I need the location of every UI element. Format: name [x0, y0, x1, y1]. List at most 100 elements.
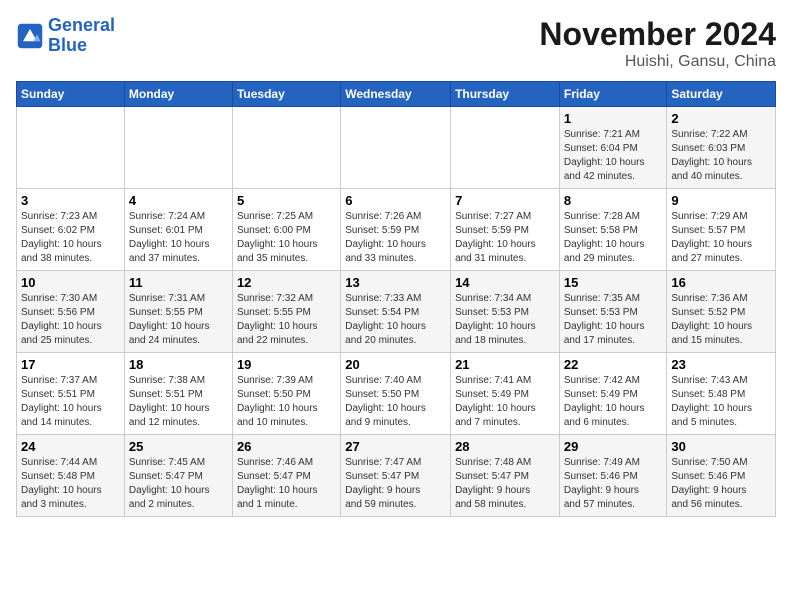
logo-icon: [16, 22, 44, 50]
day-info: Sunrise: 7:23 AM Sunset: 6:02 PM Dayligh…: [21, 210, 120, 266]
calendar-cell: 20Sunrise: 7:40 AM Sunset: 5:50 PM Dayli…: [341, 353, 451, 435]
week-row-2: 3 Sunrise: 7:23 AM Sunset: 6:02 PM Daylig…: [17, 189, 776, 271]
calendar-cell: 21 Sunrise: 7:41 AM Sunset: 5:49 PM Dayli…: [451, 353, 560, 435]
day-info: Sunrise: 7:28 AM Sunset: 5:58 PM Dayligh…: [564, 210, 663, 266]
day-number: 17: [21, 357, 120, 372]
day-info: Sunrise: 7:47 AM Sunset: 5:47 PM Dayligh…: [345, 456, 446, 512]
day-number: 30: [671, 439, 771, 454]
day-info: Sunrise: 7:31 AM Sunset: 5:55 PM Dayligh…: [129, 292, 228, 348]
day-info: Sunrise: 7:29 AM Sunset: 5:57 PM Dayligh…: [671, 210, 771, 266]
header-day-sunday: Sunday: [17, 82, 125, 107]
day-info: Sunrise: 7:40 AM Sunset: 5:50 PM Dayligh…: [345, 374, 446, 430]
logo-line2: Blue: [48, 35, 87, 55]
header-day-wednesday: Wednesday: [341, 82, 451, 107]
day-info: Sunrise: 7:35 AM Sunset: 5:53 PM Dayligh…: [564, 292, 663, 348]
day-info: Sunrise: 7:34 AM Sunset: 5:53 PM Dayligh…: [455, 292, 555, 348]
day-number: 28: [455, 439, 555, 454]
day-info: Sunrise: 7:21 AM Sunset: 6:04 PM Dayligh…: [564, 128, 663, 184]
calendar-cell: [17, 107, 125, 189]
day-number: 25: [129, 439, 228, 454]
calendar-cell: 30 Sunrise: 7:50 AM Sunset: 5:46 PM Dayli…: [667, 435, 776, 517]
day-info: Sunrise: 7:37 AM Sunset: 5:51 PM Dayligh…: [21, 374, 120, 430]
calendar-cell: 14 Sunrise: 7:34 AM Sunset: 5:53 PM Dayli…: [451, 271, 560, 353]
calendar-cell: 16 Sunrise: 7:36 AM Sunset: 5:52 PM Dayli…: [667, 271, 776, 353]
day-number: 22: [564, 357, 663, 372]
day-number: 1: [564, 111, 663, 126]
day-number: 9: [671, 193, 771, 208]
day-info: Sunrise: 7:36 AM Sunset: 5:52 PM Dayligh…: [671, 292, 771, 348]
day-number: 15: [564, 275, 663, 290]
calendar-cell: 1 Sunrise: 7:21 AM Sunset: 6:04 PM Daylig…: [559, 107, 667, 189]
calendar-cell: 28 Sunrise: 7:48 AM Sunset: 5:47 PM Dayli…: [451, 435, 560, 517]
day-info: Sunrise: 7:38 AM Sunset: 5:51 PM Dayligh…: [129, 374, 228, 430]
calendar-body: 1 Sunrise: 7:21 AM Sunset: 6:04 PM Daylig…: [17, 107, 776, 517]
day-number: 10: [21, 275, 120, 290]
calendar-cell: 17 Sunrise: 7:37 AM Sunset: 5:51 PM Dayli…: [17, 353, 125, 435]
week-row-1: 1 Sunrise: 7:21 AM Sunset: 6:04 PM Daylig…: [17, 107, 776, 189]
day-info: Sunrise: 7:22 AM Sunset: 6:03 PM Dayligh…: [671, 128, 771, 184]
calendar-cell: 19 Sunrise: 7:39 AM Sunset: 5:50 PM Dayli…: [232, 353, 340, 435]
day-number: 8: [564, 193, 663, 208]
calendar-cell: 8 Sunrise: 7:28 AM Sunset: 5:58 PM Daylig…: [559, 189, 667, 271]
calendar-cell: 6Sunrise: 7:26 AM Sunset: 5:59 PM Daylig…: [341, 189, 451, 271]
calendar-cell: 15 Sunrise: 7:35 AM Sunset: 5:53 PM Dayli…: [559, 271, 667, 353]
calendar-cell: 3 Sunrise: 7:23 AM Sunset: 6:02 PM Daylig…: [17, 189, 125, 271]
calendar-cell: 18 Sunrise: 7:38 AM Sunset: 5:51 PM Dayli…: [124, 353, 232, 435]
day-number: 7: [455, 193, 555, 208]
day-number: 24: [21, 439, 120, 454]
calendar-cell: 25 Sunrise: 7:45 AM Sunset: 5:47 PM Dayli…: [124, 435, 232, 517]
day-number: 21: [455, 357, 555, 372]
day-number: 29: [564, 439, 663, 454]
logo-line1: General: [48, 15, 115, 35]
day-number: 16: [671, 275, 771, 290]
day-number: 19: [237, 357, 336, 372]
calendar-cell: 5 Sunrise: 7:25 AM Sunset: 6:00 PM Daylig…: [232, 189, 340, 271]
header-day-tuesday: Tuesday: [232, 82, 340, 107]
day-info: Sunrise: 7:24 AM Sunset: 6:01 PM Dayligh…: [129, 210, 228, 266]
calendar-cell: [232, 107, 340, 189]
day-number: 3: [21, 193, 120, 208]
day-number: 5: [237, 193, 336, 208]
day-info: Sunrise: 7:33 AM Sunset: 5:54 PM Dayligh…: [345, 292, 446, 348]
day-info: Sunrise: 7:44 AM Sunset: 5:48 PM Dayligh…: [21, 456, 120, 512]
day-info: Sunrise: 7:25 AM Sunset: 6:00 PM Dayligh…: [237, 210, 336, 266]
calendar-cell: 27 Sunrise: 7:47 AM Sunset: 5:47 PM Dayli…: [341, 435, 451, 517]
day-info: Sunrise: 7:42 AM Sunset: 5:49 PM Dayligh…: [564, 374, 663, 430]
day-info: Sunrise: 7:50 AM Sunset: 5:46 PM Dayligh…: [671, 456, 771, 512]
calendar-cell: 23Sunrise: 7:43 AM Sunset: 5:48 PM Dayli…: [667, 353, 776, 435]
calendar-table: SundayMondayTuesdayWednesdayThursdayFrid…: [16, 81, 776, 517]
calendar-cell: [451, 107, 560, 189]
header-day-friday: Friday: [559, 82, 667, 107]
day-info: Sunrise: 7:45 AM Sunset: 5:47 PM Dayligh…: [129, 456, 228, 512]
day-number: 12: [237, 275, 336, 290]
day-number: 27: [345, 439, 446, 454]
day-info: Sunrise: 7:27 AM Sunset: 5:59 PM Dayligh…: [455, 210, 555, 266]
week-row-5: 24 Sunrise: 7:44 AM Sunset: 5:48 PM Dayli…: [17, 435, 776, 517]
calendar-cell: 10 Sunrise: 7:30 AM Sunset: 5:56 PM Dayli…: [17, 271, 125, 353]
day-info: Sunrise: 7:48 AM Sunset: 5:47 PM Dayligh…: [455, 456, 555, 512]
title-block: November 2024 Huishi, Gansu, China: [539, 16, 776, 71]
day-info: Sunrise: 7:41 AM Sunset: 5:49 PM Dayligh…: [455, 374, 555, 430]
calendar-cell: 4 Sunrise: 7:24 AM Sunset: 6:01 PM Daylig…: [124, 189, 232, 271]
day-number: 14: [455, 275, 555, 290]
day-number: 11: [129, 275, 228, 290]
day-info: Sunrise: 7:39 AM Sunset: 5:50 PM Dayligh…: [237, 374, 336, 430]
header-day-thursday: Thursday: [451, 82, 560, 107]
header-day-saturday: Saturday: [667, 82, 776, 107]
calendar-cell: 9 Sunrise: 7:29 AM Sunset: 5:57 PM Daylig…: [667, 189, 776, 271]
day-info: Sunrise: 7:43 AM Sunset: 5:48 PM Dayligh…: [671, 374, 771, 430]
day-info: Sunrise: 7:30 AM Sunset: 5:56 PM Dayligh…: [21, 292, 120, 348]
day-number: 26: [237, 439, 336, 454]
day-number: 2: [671, 111, 771, 126]
page-subtitle: Huishi, Gansu, China: [539, 53, 776, 71]
day-info: Sunrise: 7:32 AM Sunset: 5:55 PM Dayligh…: [237, 292, 336, 348]
day-number: 4: [129, 193, 228, 208]
calendar-header: SundayMondayTuesdayWednesdayThursdayFrid…: [17, 82, 776, 107]
calendar-cell: 24 Sunrise: 7:44 AM Sunset: 5:48 PM Dayli…: [17, 435, 125, 517]
day-info: Sunrise: 7:26 AM Sunset: 5:59 PM Dayligh…: [345, 210, 446, 266]
page-title: November 2024: [539, 16, 776, 53]
day-number: 18: [129, 357, 228, 372]
calendar-cell: 26Sunrise: 7:46 AM Sunset: 5:47 PM Dayli…: [232, 435, 340, 517]
week-row-4: 17 Sunrise: 7:37 AM Sunset: 5:51 PM Dayli…: [17, 353, 776, 435]
page-header: General Blue November 2024 Huishi, Gansu…: [16, 16, 776, 71]
